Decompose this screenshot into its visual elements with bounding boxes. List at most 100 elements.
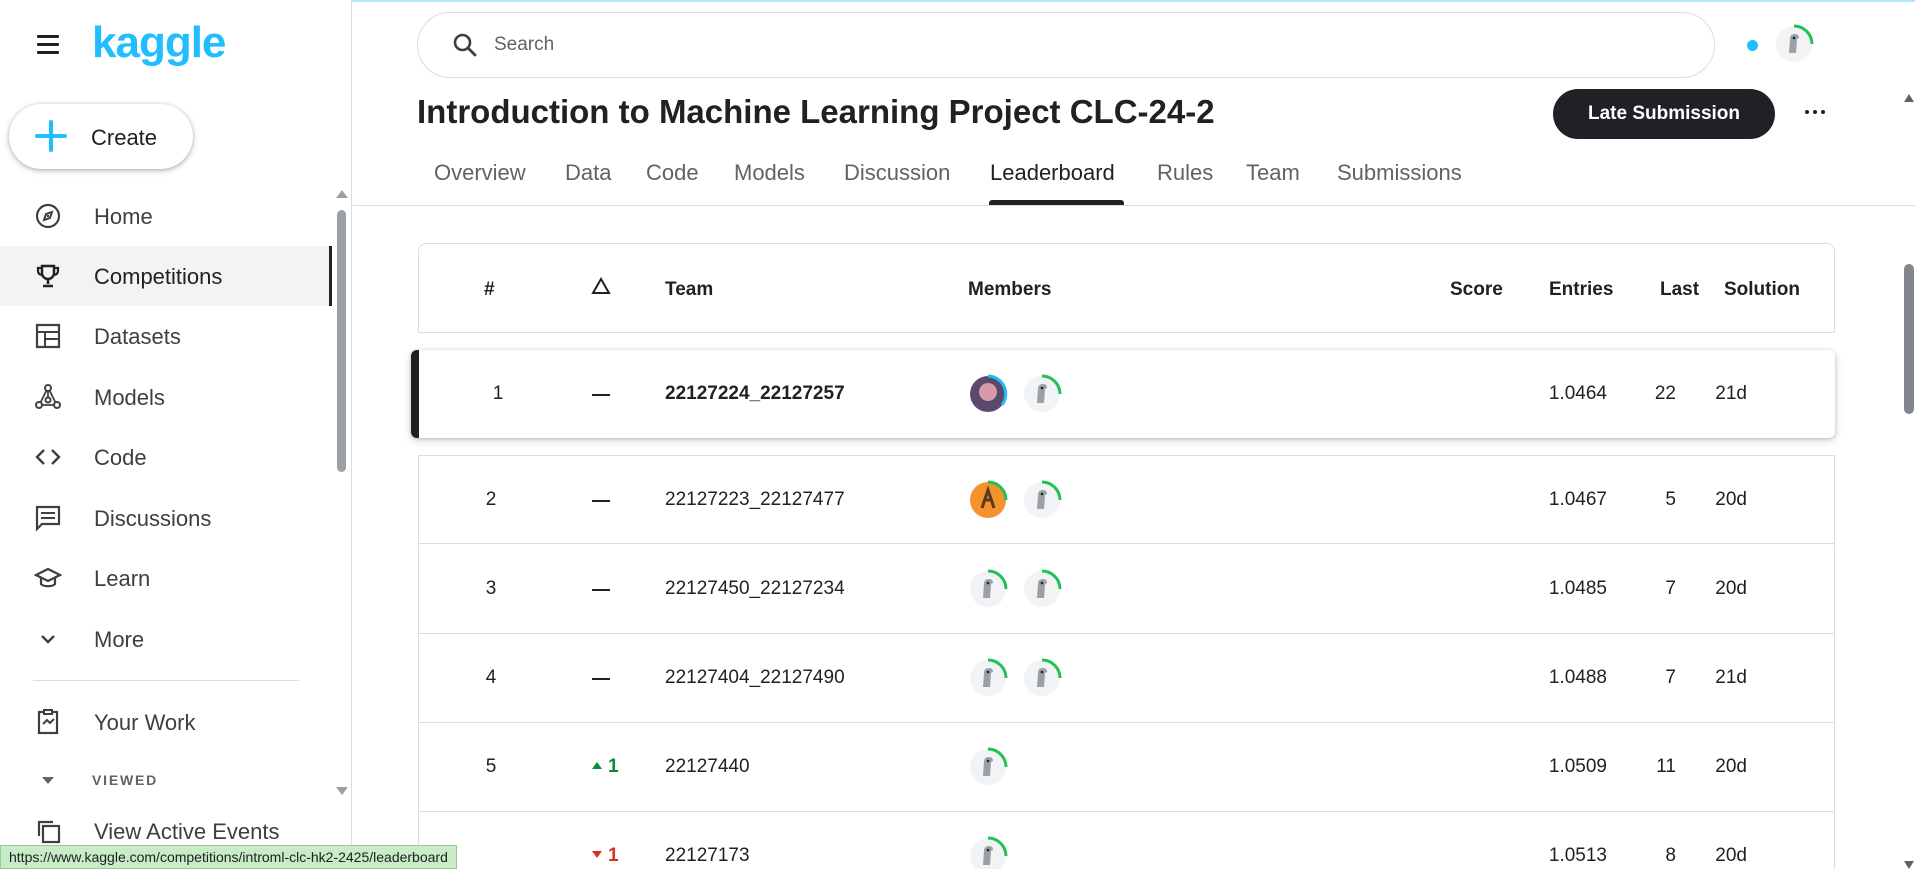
sidebar-item-label: Datasets <box>94 324 181 349</box>
row-last: 21d <box>1715 383 1747 404</box>
row-entries: 8 <box>1665 845 1676 866</box>
scroll-down-arrow-icon[interactable] <box>336 787 348 795</box>
notification-dot <box>1747 40 1758 51</box>
tab-overview[interactable]: Overview <box>434 160 526 186</box>
page-title: Introduction to Machine Learning Project… <box>417 93 1215 130</box>
row-team[interactable]: 22127223_22127477 <box>665 489 845 511</box>
sidebar-item-label: Models <box>94 385 165 410</box>
row-rank: 2 <box>485 489 497 510</box>
sidebar-item-more[interactable]: More <box>0 609 332 669</box>
table-row[interactable]: 1 22127173 1.0513 8 20d <box>418 812 1835 869</box>
menu-icon[interactable] <box>34 33 62 55</box>
search-input[interactable] <box>494 30 1674 60</box>
column-entries[interactable]: Entries <box>1549 279 1613 301</box>
member-avatar[interactable] <box>966 567 1010 611</box>
member-avatar[interactable] <box>966 478 1010 522</box>
viewed-collapse-icon[interactable] <box>42 777 54 784</box>
row-team[interactable]: 22127173 <box>665 845 750 867</box>
row-score: 1.0467 <box>1548 489 1607 510</box>
member-avatar[interactable] <box>1020 567 1064 611</box>
header-divider <box>353 205 1915 206</box>
member-avatar[interactable] <box>966 745 1010 789</box>
create-label: Create <box>91 125 158 150</box>
row-team[interactable]: 22127224_22127257 <box>665 383 845 405</box>
table-row[interactable]: 1 22127224_22127257 1.0464 22 21d <box>411 350 1835 438</box>
scrollbar-thumb[interactable] <box>337 210 346 472</box>
no-change-dash <box>592 678 610 680</box>
row-team[interactable]: 22127404_22127490 <box>665 667 845 689</box>
graduation-cap-icon <box>34 567 62 588</box>
column-rank[interactable]: # <box>484 279 495 301</box>
row-rank: 1 <box>492 383 504 404</box>
sidebar-item-competitions[interactable]: Competitions <box>0 246 332 306</box>
page-scrollbar[interactable] <box>1903 94 1915 869</box>
row-last: 20d <box>1715 578 1747 599</box>
member-avatar[interactable] <box>1020 478 1064 522</box>
scroll-up-arrow-icon[interactable] <box>1904 94 1914 102</box>
more-options-icon[interactable] <box>1800 100 1830 124</box>
table-icon <box>35 323 61 349</box>
scrollbar-thumb[interactable] <box>1904 264 1914 414</box>
no-change-dash <box>592 589 610 591</box>
sidebar-item-your-work[interactable]: Your Work <box>0 692 332 752</box>
late-submission-button[interactable]: Late Submission <box>1553 89 1775 139</box>
sidebar-item-code[interactable]: Code <box>0 427 332 487</box>
sidebar-item-label: Discussions <box>94 506 212 531</box>
sidebar-item-models[interactable]: Models <box>0 367 332 427</box>
rank-change-value: 1 <box>608 845 619 866</box>
member-avatar[interactable] <box>966 372 1010 416</box>
tab-leaderboard[interactable]: Leaderboard <box>990 160 1115 186</box>
model-nodes-icon <box>35 384 61 409</box>
tab-models[interactable]: Models <box>734 160 805 186</box>
tab-submissions[interactable]: Submissions <box>1337 160 1462 186</box>
sidebar-item-home[interactable]: Home <box>0 186 332 246</box>
tab-rules[interactable]: Rules <box>1157 160 1213 186</box>
row-last: 20d <box>1715 756 1747 777</box>
table-row[interactable]: 2 22127223_22127477 1.0467 5 20d <box>418 455 1835 544</box>
sidebar-item-learn[interactable]: Learn <box>0 548 332 608</box>
member-avatar[interactable] <box>966 656 1010 700</box>
member-avatar[interactable] <box>1020 656 1064 700</box>
row-entries: 22 <box>1654 383 1676 404</box>
table-row[interactable]: 3 22127450_22127234 1.0485 7 20d <box>418 545 1835 634</box>
row-team[interactable]: 22127450_22127234 <box>665 578 845 600</box>
row-last: 20d <box>1715 489 1747 510</box>
column-members: Members <box>968 279 1052 300</box>
row-rank: 4 <box>485 667 497 688</box>
row-entries: 7 <box>1665 578 1676 599</box>
tab-discussion[interactable]: Discussion <box>844 160 950 186</box>
column-team[interactable]: Team <box>665 279 713 301</box>
chevron-down-icon <box>41 635 55 644</box>
member-avatar[interactable] <box>966 834 1010 869</box>
tab-data[interactable]: Data <box>565 160 611 186</box>
sidebar-item-label: Home <box>94 204 153 229</box>
row-rank: 3 <box>485 578 497 599</box>
arrow-up-icon <box>592 762 602 769</box>
sidebar: kaggle Create Home Competitions Datasets… <box>0 0 352 869</box>
row-score: 1.0488 <box>1548 667 1607 688</box>
sidebar-item-label: Your Work <box>94 710 196 735</box>
column-last[interactable]: Last <box>1660 279 1699 301</box>
row-entries: 5 <box>1665 489 1676 510</box>
create-button[interactable]: Create <box>9 104 193 169</box>
member-avatar[interactable] <box>1020 372 1064 416</box>
sidebar-item-datasets[interactable]: Datasets <box>0 306 332 366</box>
sidebar-item-discussions[interactable]: Discussions <box>0 488 332 548</box>
scroll-down-arrow-icon[interactable] <box>1904 861 1914 869</box>
rank-change-up: 1 <box>592 756 619 778</box>
user-avatar[interactable] <box>1772 22 1816 66</box>
table-row[interactable]: 5 1 22127440 1.0509 11 20d <box>418 723 1835 812</box>
table-row[interactable]: 4 22127404_22127490 1.0488 7 21d <box>418 634 1835 723</box>
tab-code[interactable]: Code <box>646 160 699 186</box>
column-score[interactable]: Score <box>1450 279 1503 301</box>
rank-change-icon[interactable] <box>591 277 611 295</box>
comments-icon <box>35 505 61 532</box>
scroll-up-arrow-icon[interactable] <box>336 190 348 198</box>
sidebar-divider <box>33 680 299 681</box>
kaggle-logo[interactable]: kaggle <box>92 18 226 68</box>
leaderboard-header: # Team Members Score Entries Last Soluti… <box>418 243 1835 333</box>
tab-team[interactable]: Team <box>1246 160 1300 186</box>
sidebar-scrollbar[interactable] <box>336 190 348 795</box>
row-score: 1.0513 <box>1548 845 1607 866</box>
row-team[interactable]: 22127440 <box>665 756 750 778</box>
